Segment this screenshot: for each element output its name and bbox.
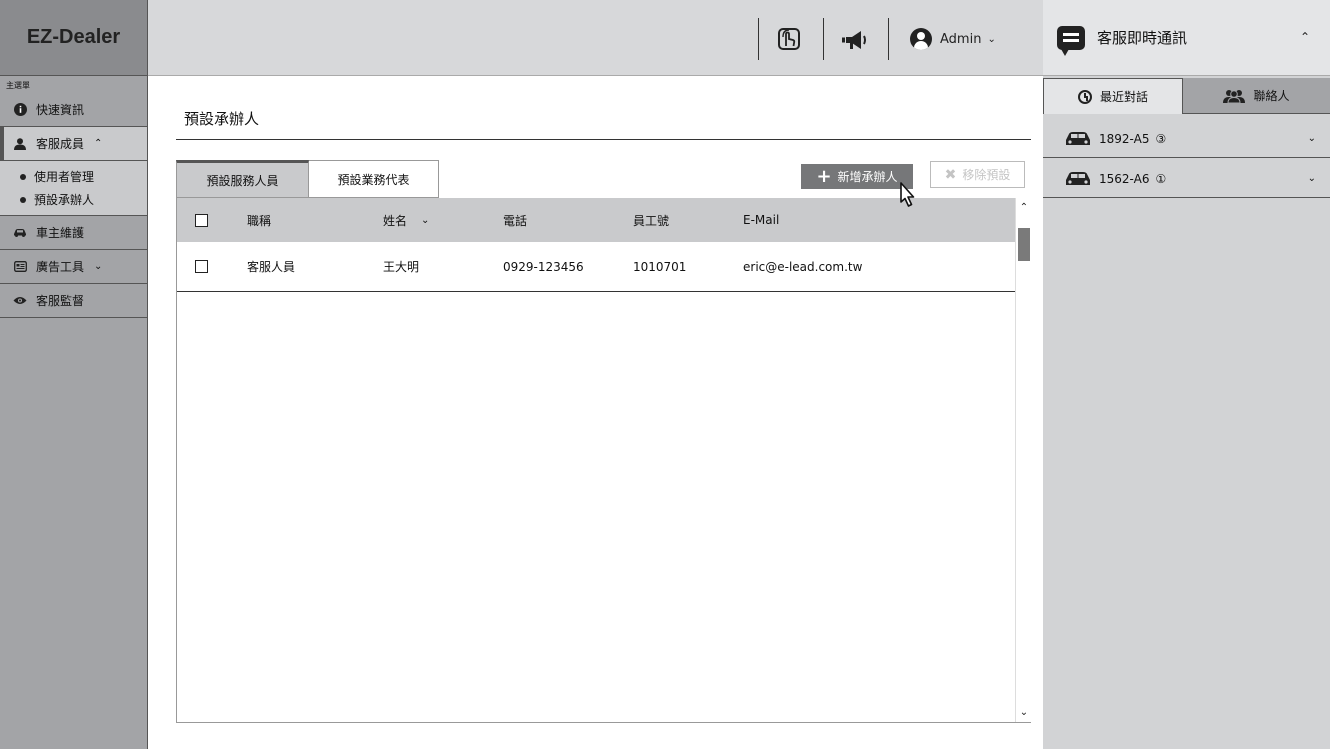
bullet-icon	[20, 173, 26, 180]
sidebar-subnav: 使用者管理 預設承辦人	[0, 161, 147, 216]
sidebar-item-label: 快速資訊	[36, 103, 85, 117]
main-content: 預設承辦人 預設服務人員 預設業務代表 + 新增承辦人 ✖ 移除預設 職稱 姓名…	[148, 76, 1043, 749]
chevron-down-icon: ⌄	[987, 33, 996, 45]
car-icon	[1066, 171, 1090, 185]
remove-default-button[interactable]: ✖ 移除預設	[930, 161, 1025, 188]
table-row[interactable]: 客服人員 王大明 0929-123456 1010701 eric@e-lead…	[177, 242, 1015, 292]
close-icon: ✖	[944, 166, 957, 183]
cell-email: eric@e-lead.com.tw	[743, 259, 863, 274]
eye-icon	[12, 296, 28, 305]
plus-icon: +	[816, 165, 832, 187]
cell-title: 客服人員	[247, 260, 296, 274]
chevron-up-icon[interactable]: ⌃	[1300, 30, 1310, 44]
chat-header[interactable]: 客服即時通訊 ⌃	[1043, 0, 1330, 76]
column-employee-no: 員工號	[633, 213, 670, 228]
app-logo[interactable]: EZ-Dealer	[0, 0, 147, 76]
chevron-down-icon[interactable]: ⌄	[1308, 173, 1316, 184]
row-checkbox[interactable]	[195, 242, 208, 291]
sidebar-subitem-label: 使用者管理	[34, 170, 95, 184]
column-phone: 電話	[503, 213, 528, 228]
top-bar: Admin ⌄	[148, 0, 1043, 76]
scroll-thumb[interactable]	[1018, 228, 1030, 261]
column-name[interactable]: 姓名 ⌄	[383, 198, 429, 242]
chat-panel: 客服即時通訊 ⌃ 最近對話 聯絡人 1892-A5 ③ ⌄ 1562-A6 ① …	[1043, 0, 1330, 749]
mouse-cursor-icon	[896, 182, 918, 216]
page-title: 預設承辦人	[184, 110, 260, 128]
newspaper-icon	[12, 261, 28, 272]
sidebar-item-label: 客服成員	[36, 137, 85, 151]
conversation-plate: 1562-A6	[1099, 171, 1150, 186]
divider	[888, 18, 889, 60]
contacts-icon	[1223, 89, 1246, 103]
sidebar-subitem-label: 預設承辦人	[34, 193, 95, 207]
handler-table: 職稱 姓名 ⌄ 電話 員工號 E-Mail 客服人員 王大明 0929-1234…	[176, 198, 1031, 723]
divider	[823, 18, 824, 60]
chevron-up-icon: ⌃	[94, 138, 103, 149]
cell-employee-no: 1010701	[633, 259, 687, 274]
sidebar-item-label: 客服監督	[36, 294, 85, 308]
tab-default-service-staff[interactable]: 預設服務人員	[176, 160, 309, 198]
column-title: 職稱	[247, 213, 272, 228]
unread-count-badge: ③	[1155, 131, 1167, 146]
conversation-item[interactable]: 1562-A6 ① ⌄	[1043, 160, 1330, 198]
conversation-item[interactable]: 1892-A5 ③ ⌄	[1043, 120, 1330, 158]
tab-bar: 預設服務人員 預設業務代表	[176, 160, 439, 198]
chevron-down-icon: ⌄	[94, 261, 103, 272]
chat-title: 客服即時通訊	[1097, 29, 1188, 47]
user-icon	[12, 137, 28, 150]
sidebar-item-service-members[interactable]: 客服成員 ⌃	[0, 127, 147, 161]
conversation-plate: 1892-A5	[1099, 131, 1150, 146]
avatar-icon	[910, 28, 932, 50]
sidebar: EZ-Dealer 主選單 快速資訊 客服成員 ⌃ 使用者管理 預設承辦人 車主…	[0, 0, 148, 749]
touch-icon[interactable]	[774, 26, 804, 54]
sidebar-item-service-supervision[interactable]: 客服監督	[0, 284, 147, 318]
vertical-scrollbar[interactable]: ⌃ ⌄	[1015, 198, 1031, 722]
sidebar-subitem-user-management[interactable]: 使用者管理	[0, 165, 147, 188]
select-all-checkbox[interactable]	[195, 198, 208, 242]
car-icon	[12, 228, 28, 237]
user-name: Admin	[940, 31, 982, 47]
scroll-up-icon[interactable]: ⌃	[1016, 202, 1032, 213]
chevron-down-icon[interactable]: ⌄	[1308, 133, 1316, 144]
sidebar-item-owner-maintenance[interactable]: 車主維護	[0, 216, 147, 250]
sidebar-item-label: 車主維護	[36, 226, 85, 240]
bullet-icon	[20, 196, 26, 203]
table-header: 職稱 姓名 ⌄ 電話 員工號 E-Mail	[177, 198, 1015, 242]
cell-name: 王大明	[383, 260, 420, 274]
tab-recent-conversations[interactable]: 最近對話	[1043, 78, 1183, 114]
divider	[176, 139, 1031, 140]
clock-icon	[1077, 89, 1092, 104]
sidebar-subitem-default-handler[interactable]: 預設承辦人	[0, 188, 147, 211]
chevron-down-icon: ⌄	[421, 214, 430, 226]
tab-contacts[interactable]: 聯絡人	[1183, 78, 1330, 114]
sidebar-item-ad-tools[interactable]: 廣告工具 ⌄	[0, 250, 147, 284]
sidebar-item-quick-info[interactable]: 快速資訊	[0, 93, 147, 127]
scroll-down-icon[interactable]: ⌄	[1016, 707, 1032, 718]
cell-phone: 0929-123456	[503, 259, 584, 274]
add-handler-label: 新增承辦人	[837, 170, 898, 184]
car-icon	[1066, 131, 1090, 145]
megaphone-icon[interactable]	[840, 26, 870, 54]
divider	[758, 18, 759, 60]
remove-default-label: 移除預設	[962, 168, 1011, 182]
tab-label: 聯絡人	[1253, 89, 1290, 103]
menu-caption: 主選單	[6, 81, 30, 90]
info-icon	[12, 103, 28, 116]
chat-tabs: 最近對話 聯絡人	[1043, 78, 1330, 114]
tab-default-sales-rep[interactable]: 預設業務代表	[309, 160, 439, 198]
sidebar-item-label: 廣告工具	[36, 260, 85, 274]
unread-count-badge: ①	[1155, 171, 1167, 186]
tab-label: 最近對話	[1099, 90, 1148, 104]
column-email: E-Mail	[743, 213, 780, 227]
column-name-label: 姓名	[383, 213, 408, 228]
user-menu[interactable]: Admin ⌄	[910, 28, 996, 50]
chat-bubble-icon	[1057, 25, 1085, 56]
